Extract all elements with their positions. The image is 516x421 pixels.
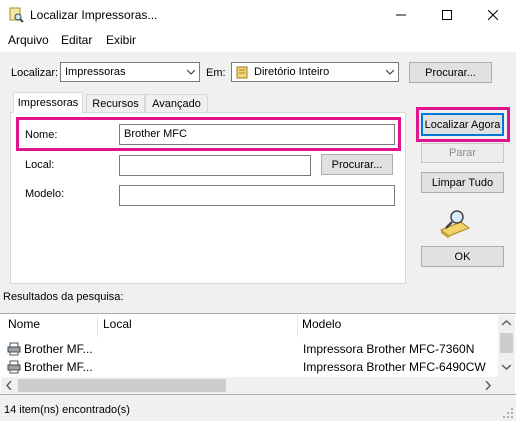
minimize-button[interactable] <box>378 0 424 30</box>
limpar-tudo-button[interactable]: Limpar Tudo <box>421 172 504 193</box>
search-magnifier-icon <box>439 210 471 238</box>
column-header-local[interactable]: Local <box>103 317 132 337</box>
nome-label: Nome: <box>25 129 58 141</box>
printer-search-icon <box>9 7 24 23</box>
local-label: Local: <box>25 159 55 171</box>
result-row-2-modelo: Impressora Brother MFC-6490CW <box>303 360 486 374</box>
directory-icon <box>236 66 248 79</box>
tab-recursos[interactable]: Recursos <box>86 94 145 113</box>
resize-grip-icon[interactable] <box>503 408 514 419</box>
maximize-button[interactable] <box>424 0 470 30</box>
scroll-right-icon[interactable] <box>485 381 491 390</box>
chevron-down-icon <box>187 69 195 75</box>
scroll-up-icon[interactable] <box>502 320 511 326</box>
localizar-agora-button[interactable]: Localizar Agora <box>421 113 504 136</box>
nome-value: Brother MFC <box>124 128 187 140</box>
localizar-combo[interactable]: Impressoras <box>60 62 200 82</box>
scroll-left-icon[interactable] <box>6 381 12 390</box>
close-button[interactable] <box>470 0 516 30</box>
local-field[interactable] <box>119 155 311 176</box>
scroll-down-icon[interactable] <box>502 364 511 370</box>
localizar-value: Impressoras <box>65 66 126 78</box>
minimize-icon <box>396 14 406 16</box>
em-value: Diretório Inteiro <box>254 66 330 78</box>
menu-editar[interactable]: Editar <box>61 33 92 47</box>
tab-impressoras[interactable]: Impressoras <box>13 92 83 113</box>
column-separator[interactable] <box>297 315 298 337</box>
ok-button[interactable]: OK <box>421 246 504 267</box>
modelo-label: Modelo: <box>25 188 65 200</box>
horizontal-scroll-thumb[interactable] <box>18 379 226 392</box>
localizar-label: Localizar: <box>11 67 59 79</box>
nome-field[interactable]: Brother MFC <box>119 124 395 145</box>
result-row-1-nome[interactable]: Brother MF... <box>24 342 93 360</box>
printer-icon <box>7 360 21 374</box>
printer-icon <box>7 342 21 356</box>
chevron-down-icon <box>386 69 394 75</box>
column-header-modelo[interactable]: Modelo <box>302 317 341 337</box>
column-separator[interactable] <box>97 315 98 337</box>
procurar-button[interactable]: Procurar... <box>409 62 492 83</box>
modelo-field[interactable] <box>119 185 395 206</box>
menu-exibir[interactable]: Exibir <box>106 33 136 47</box>
vertical-scroll-thumb[interactable] <box>500 333 513 353</box>
result-row-1-modelo: Impressora Brother MFC-7360N <box>303 342 475 356</box>
local-procurar-button[interactable]: Procurar... <box>321 154 393 175</box>
vertical-scrollbar[interactable] <box>498 315 515 394</box>
parar-button[interactable]: Parar <box>421 143 504 163</box>
tab-avancado[interactable]: Avançado <box>145 94 208 113</box>
em-label: Em: <box>206 67 226 79</box>
em-combo[interactable]: Diretório Inteiro <box>231 62 399 82</box>
status-text: 14 item(ns) encontrado(s) <box>4 404 130 416</box>
result-row-2-nome[interactable]: Brother MF... <box>24 360 93 378</box>
window-title: Localizar Impressoras... <box>30 8 158 22</box>
column-header-nome[interactable]: Nome <box>8 317 40 337</box>
maximize-icon <box>442 10 452 20</box>
menu-arquivo[interactable]: Arquivo <box>8 33 49 47</box>
close-icon <box>488 10 498 20</box>
results-label: Resultados da pesquisa: <box>3 291 124 303</box>
